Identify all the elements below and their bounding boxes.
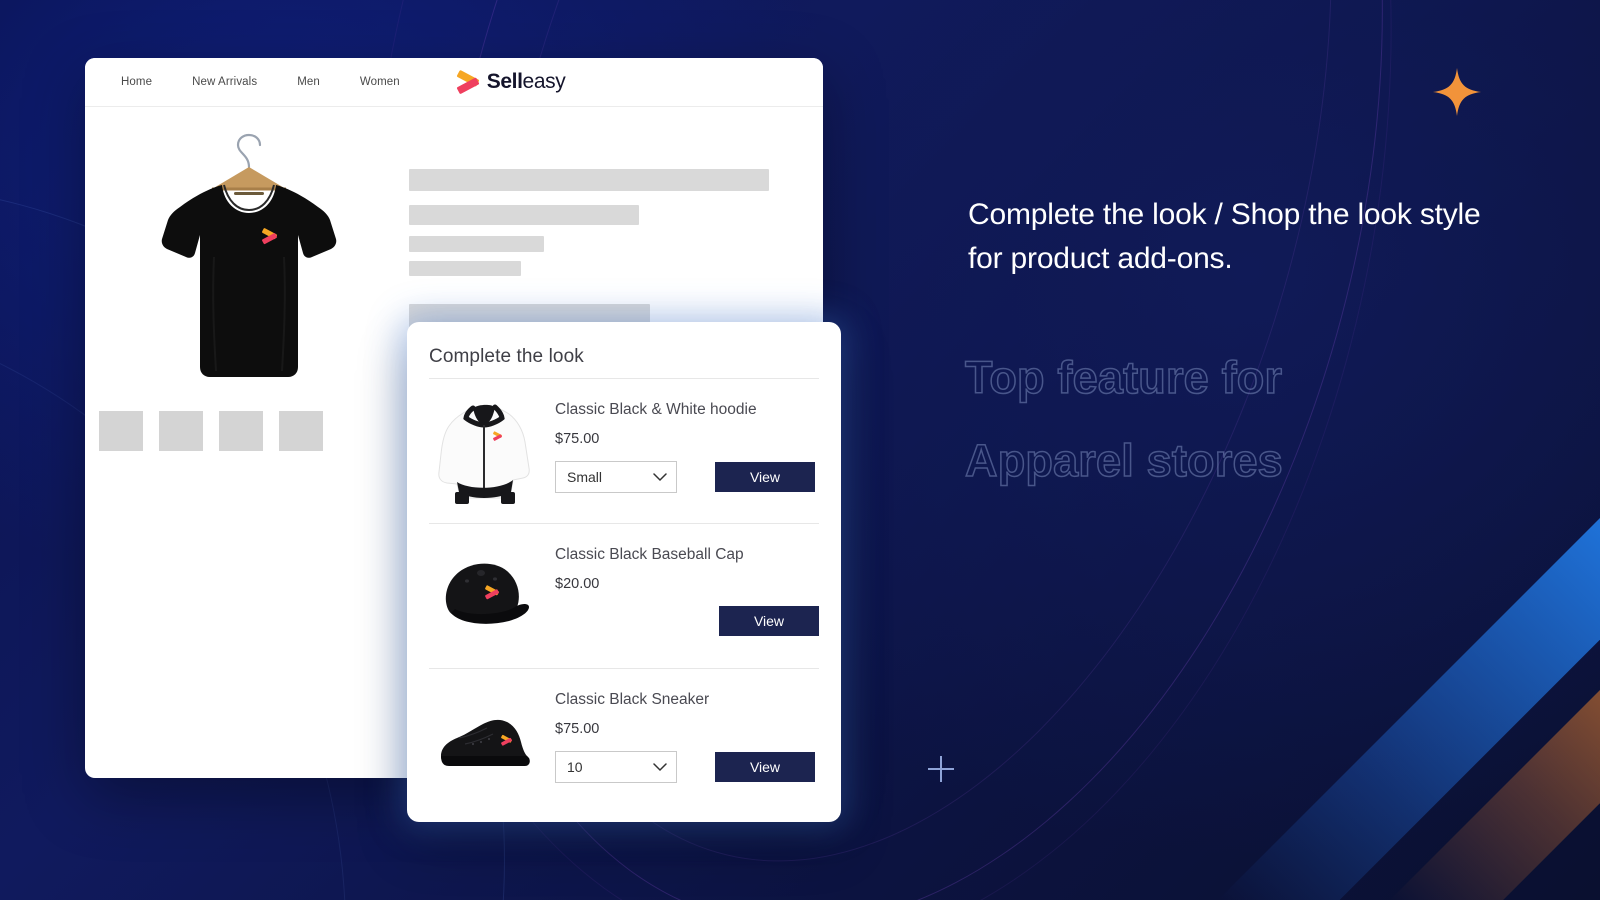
main-product-image[interactable] xyxy=(99,123,399,401)
product-controls: 10 View xyxy=(555,751,819,783)
logo-word-light: easy xyxy=(522,70,566,93)
promo-outline-line-1: Top feature for xyxy=(964,351,1283,404)
promo-outline-text: Top feature for Apparel stores xyxy=(964,336,1283,503)
product-price: $75.00 xyxy=(555,721,600,737)
thumbnail-strip xyxy=(99,411,403,451)
chevron-down-icon xyxy=(653,762,667,771)
nav-link-men[interactable]: Men xyxy=(277,76,340,88)
product-name: Classic Black Sneaker xyxy=(555,691,710,708)
complete-the-look-title: Complete the look xyxy=(429,346,584,367)
size-select-sneaker[interactable]: 10 xyxy=(555,751,677,783)
skeleton-line xyxy=(409,169,769,191)
skeleton-line xyxy=(409,261,521,276)
product-thumbnail-hoodie[interactable] xyxy=(429,391,541,509)
gallery-thumbnail[interactable] xyxy=(279,411,323,451)
complete-the-look-card: Complete the look Classic Black & White … xyxy=(407,322,841,822)
logo-word-bold: Sell xyxy=(486,70,523,93)
logo-wordmark: Selleasy xyxy=(487,70,566,94)
product-info: Classic Black & White hoodie $75.00 Smal… xyxy=(555,391,819,493)
skeleton-line xyxy=(409,236,544,252)
sparkle-star-icon xyxy=(1432,67,1482,117)
product-name: Classic Black & White hoodie xyxy=(555,401,757,418)
size-select-value: Small xyxy=(567,469,603,485)
gallery-thumbnail[interactable] xyxy=(219,411,263,451)
nav-link-new-arrivals[interactable]: New Arrivals xyxy=(172,76,277,88)
logo-x-icon xyxy=(454,69,482,95)
nav-link-home[interactable]: Home xyxy=(101,76,172,88)
product-gallery xyxy=(85,107,403,778)
nav-link-women[interactable]: Women xyxy=(340,76,420,88)
product-row: Classic Black & White hoodie $75.00 Smal… xyxy=(429,378,819,523)
view-button-hoodie[interactable]: View xyxy=(715,462,815,492)
product-name: Classic Black Baseball Cap xyxy=(555,546,744,563)
product-info: Classic Black Sneaker $75.00 10 View xyxy=(555,681,819,783)
chevron-down-icon xyxy=(653,472,667,481)
promo-outline-line-2: Apparel stores xyxy=(964,434,1283,487)
product-info: Classic Black Baseball Cap $20.00 View xyxy=(555,536,819,636)
product-controls: View xyxy=(555,606,819,636)
size-select-value: 10 xyxy=(567,759,583,775)
gallery-thumbnail[interactable] xyxy=(159,411,203,451)
product-row: Classic Black Sneaker $75.00 10 View xyxy=(429,668,819,813)
product-price: $20.00 xyxy=(555,576,600,592)
product-row: Classic Black Baseball Cap $20.00 View xyxy=(429,523,819,668)
store-navbar: Home New Arrivals Men Women Selleasy xyxy=(85,58,823,107)
gallery-thumbnail[interactable] xyxy=(99,411,143,451)
product-price: $75.00 xyxy=(555,431,600,447)
promo-headline: Complete the look / Shop the look style … xyxy=(968,198,1481,276)
crosshair-marker-icon xyxy=(928,756,954,782)
skeleton-line xyxy=(409,205,639,225)
product-thumbnail-sneaker[interactable] xyxy=(429,681,541,799)
view-button-cap[interactable]: View xyxy=(719,606,819,636)
product-controls: Small View xyxy=(555,461,819,493)
view-button-sneaker[interactable]: View xyxy=(715,752,815,782)
selleasy-logo[interactable]: Selleasy xyxy=(454,69,566,95)
size-select-hoodie[interactable]: Small xyxy=(555,461,677,493)
product-thumbnail-cap[interactable] xyxy=(429,536,541,654)
